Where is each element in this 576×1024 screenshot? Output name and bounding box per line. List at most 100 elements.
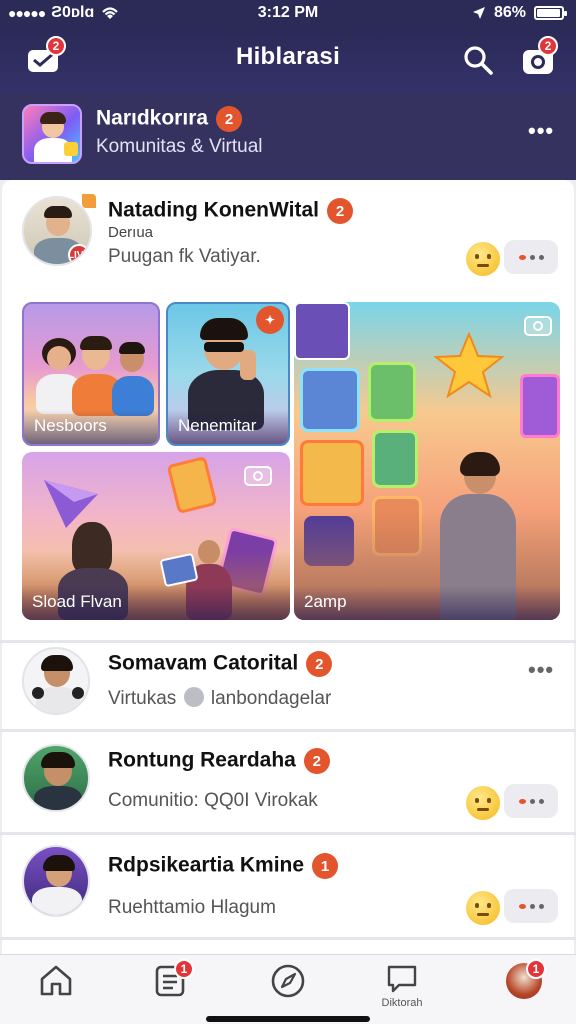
list-item-subtitle: Ruehttamio Hlagum [108,897,276,918]
community-name-text: Narıdkorıra [96,106,209,130]
media-tile-label-text: Nenemitar [178,416,257,435]
community-name: Narıdkorıra 2 [96,106,243,132]
search-icon [464,46,493,75]
avatar-body [34,786,82,810]
list-item[interactable]: Somavam Catorital 2 Virtukas lanbondagela… [2,643,574,729]
media-tile-label: Nesboors [24,410,158,444]
list-item-avatar [22,845,90,917]
search-button[interactable] [458,40,498,80]
list-item-more-button[interactable] [504,784,558,818]
person-hair [460,452,500,476]
camera-button[interactable]: 2 [518,36,558,80]
list-item-title: Rontung Reardaha 2 [108,748,330,774]
person-hair [119,342,145,354]
person-face [47,346,71,370]
media-tile-label: Sload Flvan [22,586,290,620]
emoji-reaction-icon[interactable] [466,786,500,820]
battery-percent: 86% [493,4,526,21]
list-item-subtitle-text-2: lanbondagelar [210,688,332,709]
post-author-avatar[interactable]: LIVE [22,196,92,266]
post-meta: Derıua [108,224,154,241]
screen-panel [368,362,416,422]
battery-fill [537,9,560,17]
avatar-prop [64,142,78,156]
post-subtitle: Puugan fk Vatiyar. [108,246,261,267]
avatar-body [32,887,82,915]
avatar-hair [43,855,75,871]
status-bar: ●●●●● Ƨ0ᴅlɑ 3:12 PM 86% [0,0,576,28]
media-tile-2[interactable]: ✦ Nenemitar [166,302,290,446]
person-head [198,540,220,564]
list-item-count-badge: 2 [303,748,330,774]
tab-discover[interactable]: Diktorah [372,963,432,1013]
list-item-count-badge: 1 [312,853,339,879]
tab-discover-label: Diktorah [381,997,423,1009]
post-count-badge: 2 [326,198,353,224]
star-icon [434,332,504,398]
list-item[interactable]: Rdpsikeartia Kmine 1 Ruehttamio Hlagum [2,835,574,937]
person-head [72,522,112,574]
app-header: 2 Hiblarasi 2 [0,28,576,94]
tab-home[interactable] [26,963,86,1013]
flame-badge-icon: ✦ [256,306,284,334]
camera-badge: 2 [538,36,558,56]
post-more-button[interactable] [504,240,558,274]
camera-icon[interactable] [244,466,272,486]
list-item-count-badge: 2 [306,651,333,677]
list-item-subtitle: Virtukas lanbondagelar [108,687,331,710]
community-subtitle: Komunitas & Virtual [96,136,263,157]
live-badge: LIVE [68,244,90,264]
notes-badge: 1 [174,959,194,979]
media-tile-4[interactable]: Sload Flvan [22,452,290,620]
list-item-title: Rdpsikeartia Kmine 1 [108,853,339,879]
list-item-title-text: Rdpsikeartia Kmine [108,853,305,877]
community-more-button[interactable]: ••• [528,118,554,144]
profile-badge: 1 [526,959,546,979]
media-tile-1[interactable]: Nesboors [22,302,160,446]
compass-icon [271,964,305,998]
microphone-icon [72,687,84,699]
list-item-subtitle-text: Virtukas [108,688,177,709]
screen-panel [520,374,560,438]
avatar-hair [40,112,66,124]
media-tile-label: 2amp [294,586,560,620]
tab-notes[interactable]: 1 [140,959,200,1013]
avatar-hair [41,752,75,768]
screen-panel [300,368,360,432]
list-item-more-button[interactable]: ••• [528,657,554,683]
person-arm [240,350,256,380]
media-tile-label-text: Nesboors [34,416,107,435]
media-tile-label-text: Sload Flvan [32,592,122,611]
community-count-badge: 2 [216,106,243,132]
media-tile-label-text: 2amp [304,592,347,611]
tab-explore[interactable] [258,963,318,1013]
community-avatar [22,104,82,164]
list-item[interactable]: Rontung Reardaha 2 Comunitio: QQ0I Viroka… [2,732,574,832]
sunglasses-icon [204,342,244,352]
media-tile-3[interactable]: 2amp [294,302,560,620]
list-item-avatar [22,647,90,715]
location-arrow-icon [472,7,485,19]
list-item-title-text: Rontung Reardaha [108,748,296,772]
screen-panel [294,302,350,360]
chat-bubble-icon [387,965,417,993]
emoji-reaction-icon[interactable] [466,242,500,276]
person-hair [200,318,248,340]
list-item-avatar [22,744,90,812]
screen-panel [372,430,418,488]
list-item-title-text: Somavam Catorital [108,651,299,675]
list-item-more-button[interactable] [504,889,558,923]
tab-bar: 1 Diktorah 1 [0,954,576,1024]
emoji-reaction-icon[interactable] [466,891,500,925]
post-card: LIVE Natading KonenWital 2 Derıua Puugan … [2,180,574,640]
home-icon [40,965,72,996]
status-right: 86% [472,4,567,22]
community-row[interactable]: Narıdkorıra 2 Komunitas & Virtual ••• [0,94,576,180]
tab-profile[interactable]: 1 [494,959,554,1013]
floating-card [166,455,218,515]
avatar-hair [44,206,72,218]
home-indicator [206,1016,370,1022]
microphone-icon [32,687,44,699]
avatar-hair [41,655,73,671]
camera-icon[interactable] [524,316,552,336]
